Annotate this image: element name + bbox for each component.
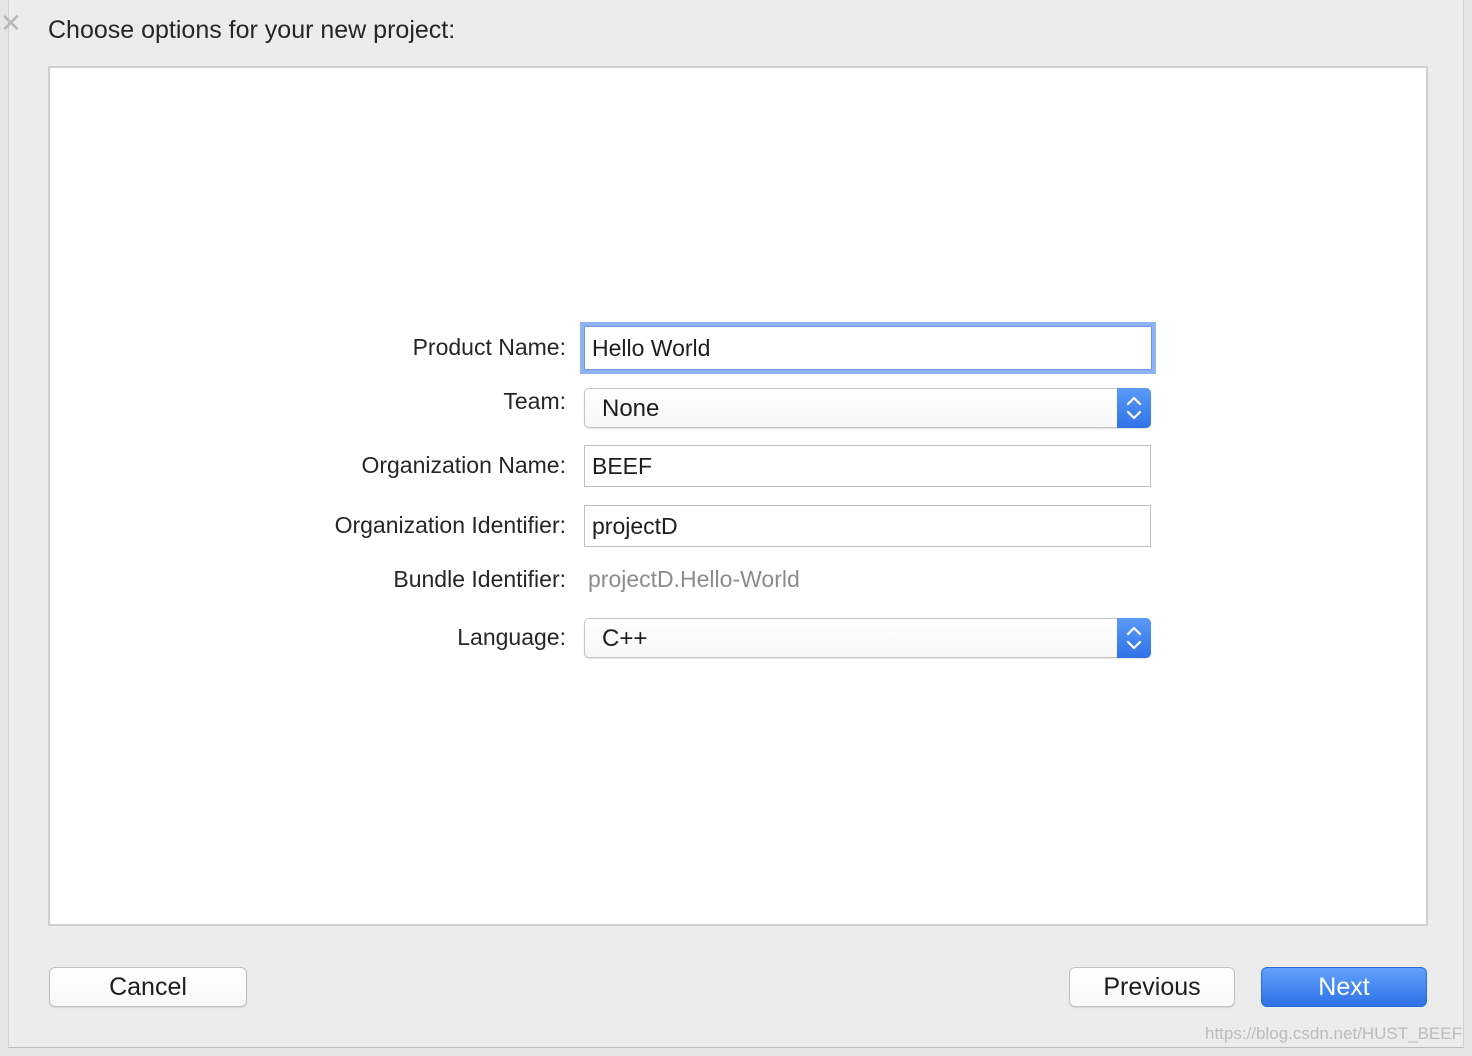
watermark: https://blog.csdn.net/HUST_BEEF	[1204, 1024, 1462, 1043]
product-name-input[interactable]: Hello World	[580, 322, 1156, 374]
previous-button[interactable]: Previous	[1069, 967, 1235, 1007]
chevron-up-down-icon[interactable]	[1117, 618, 1151, 658]
page-title: Choose options for your new project:	[48, 16, 456, 44]
team-select-value: None	[602, 395, 660, 422]
team-label: Team:	[503, 388, 566, 414]
language-select[interactable]: C++	[584, 618, 1151, 658]
organization-identifier-input[interactable]: projectD	[584, 505, 1151, 547]
close-icon[interactable]: ✕	[0, 10, 22, 36]
team-select[interactable]: None	[584, 388, 1151, 428]
bundle-identifier-label: Bundle Identifier:	[393, 566, 566, 592]
organization-name-label: Organization Name:	[361, 452, 566, 478]
next-button[interactable]: Next	[1261, 967, 1427, 1007]
cancel-button[interactable]: Cancel	[49, 967, 247, 1007]
options-panel	[48, 66, 1428, 926]
organization-identifier-label: Organization Identifier:	[334, 512, 566, 538]
language-select-value: C++	[602, 625, 648, 652]
organization-name-input[interactable]: BEEF	[584, 445, 1151, 487]
language-label: Language:	[457, 624, 566, 650]
bundle-identifier-value: projectD.Hello-World	[588, 566, 800, 592]
product-name-label: Product Name:	[412, 334, 566, 360]
chevron-up-down-icon[interactable]	[1117, 388, 1151, 428]
